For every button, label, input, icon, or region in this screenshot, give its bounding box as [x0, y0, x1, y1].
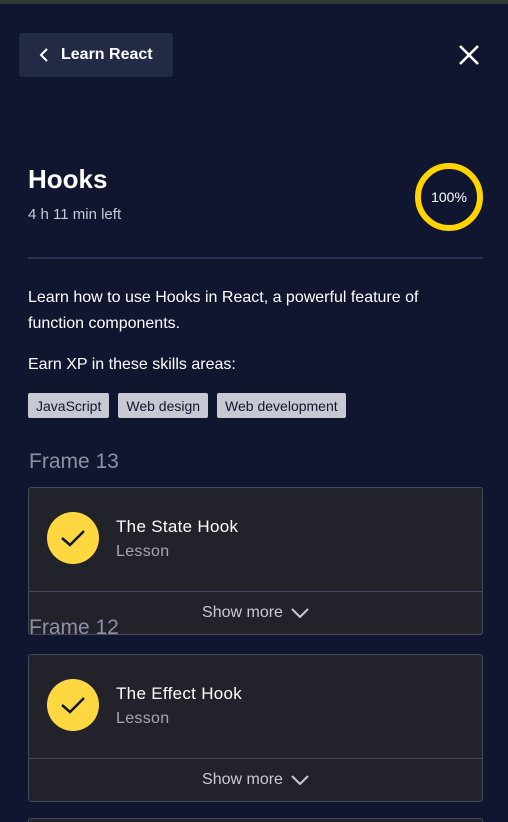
frame-label: Frame 12: [29, 616, 119, 639]
back-button-label: Learn React: [61, 46, 153, 63]
lesson-type: Lesson: [116, 543, 170, 560]
frame-label: Frame 13: [29, 450, 119, 473]
skill-tags: JavaScript Web design Web development: [28, 393, 346, 418]
skill-tag: Web design: [118, 393, 209, 418]
close-icon[interactable]: [457, 43, 481, 67]
back-button[interactable]: Learn React: [19, 33, 173, 77]
progress-value: 100%: [431, 189, 467, 205]
chevron-left-icon: [39, 48, 48, 62]
lesson-card-partial: [28, 818, 483, 822]
chevron-down-icon: [291, 775, 309, 785]
skill-tag: Web development: [217, 393, 346, 418]
course-description: Learn how to use Hooks in React, a power…: [28, 289, 419, 332]
divider: [28, 257, 483, 259]
show-more-button[interactable]: Show more: [29, 759, 482, 801]
skill-tag: JavaScript: [28, 393, 110, 418]
lesson-card[interactable]: The Effect Hook Lesson Show more: [28, 654, 483, 802]
check-icon: [47, 512, 99, 564]
show-more-label: Show more: [202, 771, 283, 788]
lesson-card[interactable]: The State Hook Lesson Show more: [28, 487, 483, 635]
chevron-down-icon: [291, 608, 309, 618]
check-icon: [47, 679, 99, 731]
lesson-title: The Effect Hook: [116, 684, 243, 703]
lesson-title: The State Hook: [116, 517, 239, 536]
top-strip: [0, 0, 508, 4]
progress-ring: 100%: [415, 163, 483, 231]
page-title: Hooks: [28, 164, 108, 194]
time-left: 4 h 11 min left: [28, 206, 122, 223]
lesson-type: Lesson: [116, 710, 170, 727]
show-more-label: Show more: [202, 604, 283, 621]
skills-heading: Earn XP in these skills areas:: [28, 356, 236, 373]
